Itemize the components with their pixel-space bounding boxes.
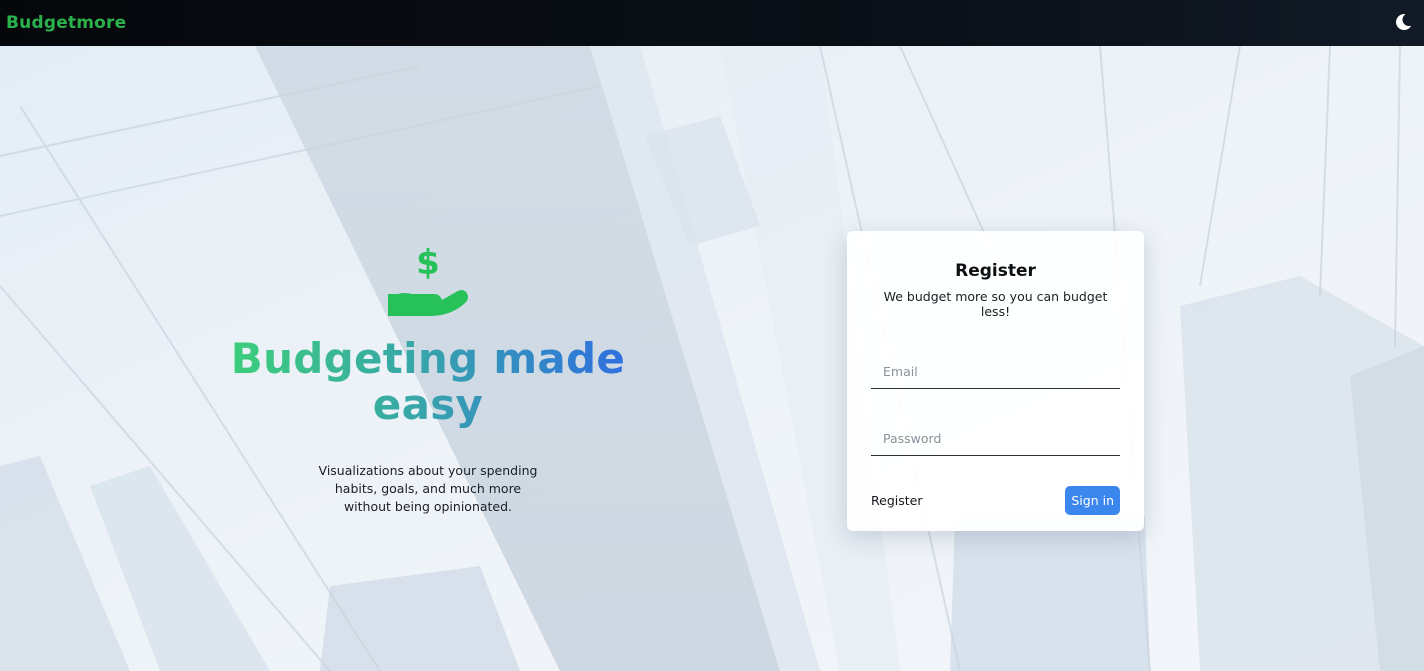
card-subtitle: We budget more so you can budget less! [883, 289, 1108, 319]
hero-content: $ Budgeting made easy Visualizations abo… [228, 242, 628, 516]
card-actions: Register Sign in [871, 486, 1120, 515]
hero-headline: Budgeting made easy [228, 336, 628, 428]
register-card: Register We budget more so you can budge… [847, 231, 1144, 531]
email-field[interactable] [871, 355, 1120, 389]
moon-icon[interactable] [1392, 11, 1414, 33]
background-graphic [0, 46, 1424, 671]
register-link[interactable]: Register [871, 493, 922, 508]
hero-tagline: Visualizations about your spending habit… [318, 463, 538, 514]
card-title: Register [955, 261, 1036, 281]
password-field[interactable] [871, 422, 1120, 456]
brand-logo[interactable]: Budgetmore [6, 13, 126, 33]
hand-dollar-icon: $ [228, 242, 628, 318]
svg-text:$: $ [416, 243, 440, 283]
sign-in-button[interactable]: Sign in [1065, 486, 1120, 515]
top-navbar: Budgetmore [0, 0, 1424, 46]
hero-section: $ Budgeting made easy Visualizations abo… [0, 46, 1424, 671]
